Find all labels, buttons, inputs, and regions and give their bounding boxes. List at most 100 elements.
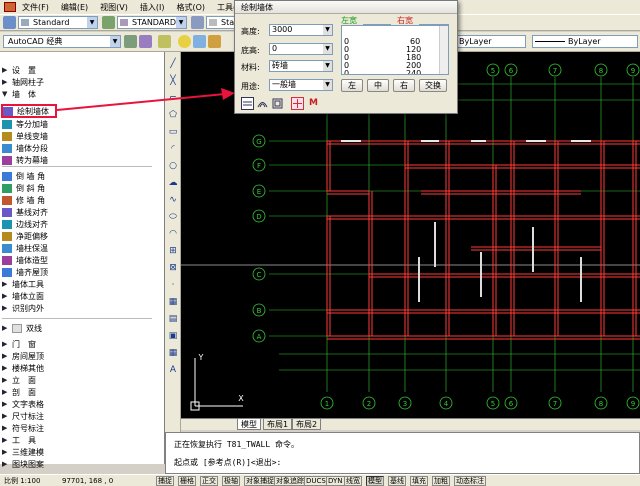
- status-toggle-button[interactable]: 加粗: [432, 476, 450, 486]
- swap-button[interactable]: 交换: [419, 79, 447, 92]
- arc-icon[interactable]: ◜: [167, 143, 179, 155]
- status-toggle-button[interactable]: 栅格: [178, 476, 196, 486]
- arc-wall-icon[interactable]: [256, 97, 269, 110]
- align-right-button[interactable]: 右: [393, 79, 415, 92]
- hatch-icon[interactable]: ▦: [167, 296, 179, 308]
- layer-freeze-icon[interactable]: [193, 35, 206, 48]
- text-style-select[interactable]: Standard ▼: [18, 16, 98, 29]
- layer-properties-icon[interactable]: [158, 35, 171, 48]
- layer-on-icon[interactable]: [178, 35, 191, 48]
- tab-model[interactable]: 模型: [237, 419, 261, 430]
- layer-lock-icon[interactable]: [208, 35, 221, 48]
- tree-command-item[interactable]: 墙柱保温: [2, 242, 162, 254]
- tree-folder-item[interactable]: ▶ 房间屋顶: [2, 350, 162, 362]
- tree-item-selected[interactable]: 绘制墙体: [1, 104, 57, 118]
- status-toggle-button[interactable]: DYN: [326, 476, 345, 486]
- app-icon[interactable]: [4, 2, 16, 12]
- table-icon[interactable]: ▦: [167, 347, 179, 359]
- tree-folder-item[interactable]: ▶ 楼梯其他: [2, 362, 162, 374]
- status-toggle-button[interactable]: 填充: [410, 476, 428, 486]
- tree-folder-item[interactable]: ▶ 三维建模: [2, 446, 162, 458]
- tree-command-item[interactable]: 等分加墙: [2, 118, 162, 130]
- status-toggle-button[interactable]: 极轴: [222, 476, 240, 486]
- circle-icon[interactable]: ○: [167, 160, 179, 172]
- tree-folder-item[interactable]: ▶ 墙体工具: [2, 278, 162, 290]
- gradient-icon[interactable]: ▤: [167, 313, 179, 325]
- tree-folder-item[interactable]: ▶ 设 置: [2, 64, 162, 76]
- tree-command-item[interactable]: 倒 斜 角: [2, 182, 162, 194]
- tree-command-item[interactable]: 净距偏移: [2, 230, 162, 242]
- list-item[interactable]: 0: [344, 70, 349, 75]
- ellipse-arc-icon[interactable]: ◠: [167, 228, 179, 240]
- text-style-icon[interactable]: [3, 16, 16, 29]
- linetype-bylayer-select[interactable]: ByLayer: [532, 35, 638, 48]
- align-center-button[interactable]: 中: [367, 79, 389, 92]
- wall-width-list[interactable]: 0 0 0 0 0 60 120 180 200 240: [341, 25, 449, 75]
- height-select[interactable]: 3000 ▼: [269, 24, 333, 36]
- status-toggle-button[interactable]: 正交: [200, 476, 218, 486]
- rectangle-wall-icon[interactable]: [271, 97, 284, 110]
- menu-view[interactable]: 视图(V): [100, 2, 128, 13]
- workspace-select[interactable]: AutoCAD 经典 ▼: [3, 35, 121, 48]
- tree-folder-item[interactable]: ▶ 符号标注: [2, 422, 162, 434]
- menu-format[interactable]: 格式(O): [176, 2, 205, 13]
- material-select[interactable]: 砖墙 ▼: [269, 60, 333, 72]
- tree-folder-item[interactable]: ▶ 识别内外: [2, 302, 162, 314]
- point-icon[interactable]: ·: [167, 279, 179, 291]
- insert-block-icon[interactable]: ⊞: [167, 245, 179, 257]
- workspace-settings-icon[interactable]: [124, 35, 137, 48]
- tree-folder-item[interactable]: ▶ 工 具: [2, 434, 162, 446]
- status-toggle-button[interactable]: 模型: [366, 476, 384, 486]
- color-bylayer-select[interactable]: ByLayer: [456, 35, 526, 48]
- line-icon[interactable]: ╱: [167, 58, 179, 70]
- menu-edit[interactable]: 编辑(E): [61, 2, 88, 13]
- dim-style-select[interactable]: STANDARD ▼: [117, 16, 187, 29]
- straight-wall-icon[interactable]: [241, 97, 254, 110]
- list-scrollbar[interactable]: [439, 26, 448, 74]
- status-toggle-button[interactable]: 对象捕捉: [244, 476, 276, 486]
- tree-folder-item[interactable]: ▶ 图块图案: [2, 458, 162, 470]
- menu-insert[interactable]: 插入(I): [140, 2, 165, 13]
- status-toggle-button[interactable]: 动态标注: [454, 476, 486, 486]
- tab-layout2[interactable]: 布局2: [292, 419, 322, 430]
- rectangle-icon[interactable]: ▭: [167, 126, 179, 138]
- status-toggle-button[interactable]: 捕捉: [156, 476, 174, 486]
- status-toggle-button[interactable]: 对象追踪: [274, 476, 306, 486]
- tree-command-item[interactable]: 墙齐屋顶: [2, 266, 162, 278]
- workspace-icon[interactable]: [139, 35, 152, 48]
- tree-command-item[interactable]: 修 墙 角: [2, 194, 162, 206]
- modulus-icon[interactable]: M: [309, 98, 318, 108]
- ellipse-icon[interactable]: ⬭: [167, 211, 179, 223]
- tree-command-item[interactable]: 基线对齐: [2, 206, 162, 218]
- tree-command-item[interactable]: 倒 墙 角: [2, 170, 162, 182]
- align-left-button[interactable]: 左: [341, 79, 363, 92]
- table-style-icon[interactable]: [191, 16, 204, 29]
- tree-folder-item[interactable]: ▶ 文字表格: [2, 398, 162, 410]
- dim-style-icon[interactable]: [102, 16, 115, 29]
- tree-command-item[interactable]: 单线变墙: [2, 130, 162, 142]
- tree-command-item[interactable]: 边线对齐: [2, 218, 162, 230]
- usage-select[interactable]: 一般墙 ▼: [269, 79, 333, 91]
- list-item[interactable]: 240: [406, 70, 421, 75]
- tree-folder-item[interactable]: ▶ 双线: [2, 322, 162, 334]
- status-toggle-button[interactable]: DUCS: [304, 476, 328, 486]
- tree-folder-item[interactable]: ▶ 墙体立面: [2, 290, 162, 302]
- scale-indicator[interactable]: 比例 1:100: [4, 476, 40, 486]
- base-height-select[interactable]: 0 ▼: [269, 43, 333, 55]
- table-style-select[interactable]: Standard: [206, 16, 236, 29]
- dialog-title[interactable]: 绘制墙体: [235, 1, 457, 14]
- pick-point-icon[interactable]: [291, 97, 304, 110]
- tab-layout1[interactable]: 布局1: [263, 419, 293, 430]
- region-icon[interactable]: ▣: [167, 330, 179, 342]
- tree-folder-item[interactable]: ▶ 门 窗: [2, 338, 162, 350]
- menu-file[interactable]: 文件(F): [22, 2, 49, 13]
- tree-command-item[interactable]: 墙体造型: [2, 254, 162, 266]
- revision-cloud-icon[interactable]: ☁: [167, 177, 179, 189]
- command-line[interactable]: 正在恢复执行 T81_TWALL 命令。 起点或 [参考点(R)]<退出>:: [165, 432, 640, 474]
- status-toggle-button[interactable]: 线宽: [344, 476, 362, 486]
- tree-command-item[interactable]: 墙体分段: [2, 142, 162, 154]
- status-toggle-button[interactable]: 基线: [388, 476, 406, 486]
- multiline-text-icon[interactable]: A: [167, 364, 179, 376]
- spline-icon[interactable]: ∿: [167, 194, 179, 206]
- tree-folder-item[interactable]: ▶ 剖 面: [2, 386, 162, 398]
